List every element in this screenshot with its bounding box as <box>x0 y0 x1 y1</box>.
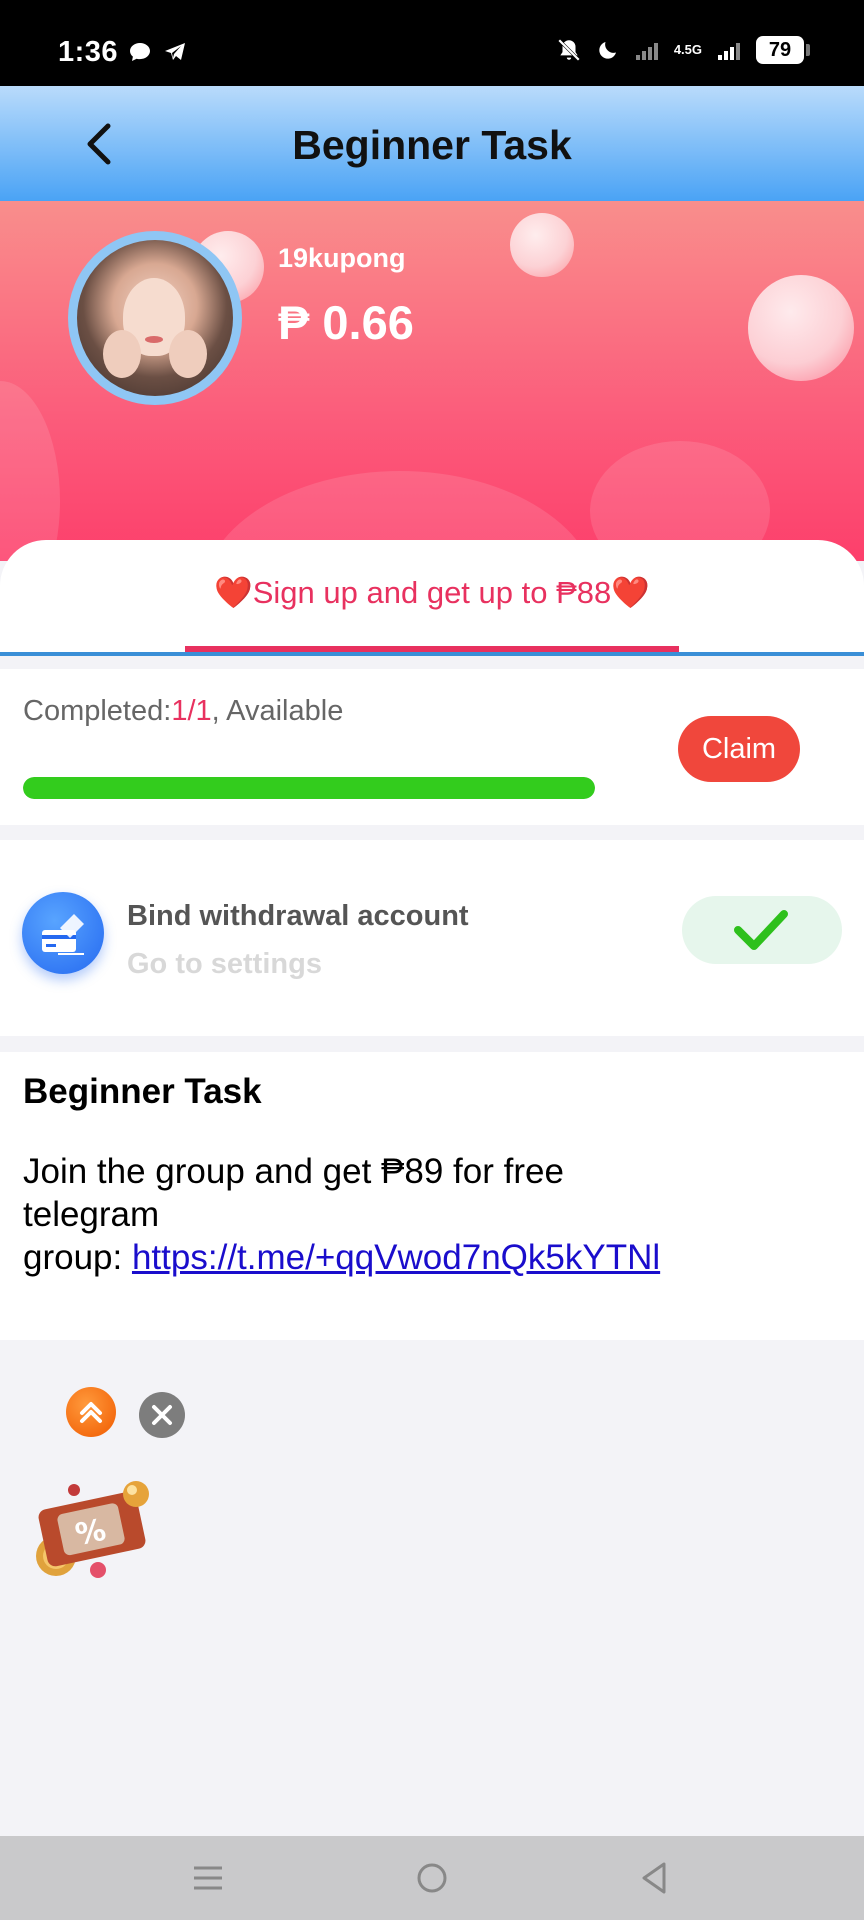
completed-prefix: Completed: <box>23 695 172 727</box>
info-line: group: https://t.me/+qqVwod7nQk5kYTNl <box>23 1236 803 1279</box>
progress-card: Completed:1/1, Available Claim <box>0 669 864 825</box>
task-complete-button[interactable] <box>682 896 842 964</box>
moon-icon <box>599 42 616 59</box>
close-icon <box>152 1405 172 1425</box>
system-nav-bar <box>0 1836 864 1920</box>
home-icon <box>417 1863 447 1893</box>
tab-panel: ❤️Sign up and get up to ₱88❤️ <box>0 540 864 656</box>
completed-count: 1/1 <box>171 695 212 727</box>
username: 19kupong <box>278 243 406 273</box>
decor-bubble <box>748 275 854 381</box>
task-item: Bind withdrawal account Go to settings <box>0 840 864 1036</box>
completed-suffix: , Available <box>211 695 344 727</box>
task-title: Bind withdrawal account <box>127 900 469 932</box>
signal-icon <box>635 43 658 60</box>
claim-button[interactable]: Claim <box>678 716 800 782</box>
coupon-icon[interactable]: % <box>28 1470 158 1586</box>
progress-bar <box>23 777 595 799</box>
tab-divider <box>0 652 864 656</box>
telegram-link[interactable]: https://t.me/+qqVwod7nQk5kYTNl <box>132 1238 660 1277</box>
avatar-image <box>77 240 233 396</box>
info-line: telegram <box>23 1195 160 1234</box>
info-line: Join the group and get ₱89 for free <box>23 1152 564 1191</box>
info-title: Beginner Task <box>23 1072 262 1111</box>
status-time: 1:36 <box>58 36 119 68</box>
status-left-icons <box>128 40 188 64</box>
status-bar: 1:36 4.5G 79 <box>0 0 864 86</box>
progress-bar-fill <box>23 777 595 799</box>
double-chevron-up-icon <box>80 1402 102 1423</box>
status-right-icons: 4.5G 79 <box>556 36 810 64</box>
network-type: 4.5G <box>673 42 702 57</box>
avatar[interactable] <box>68 231 242 405</box>
close-button[interactable] <box>139 1392 185 1438</box>
checkmark-icon <box>734 910 788 950</box>
triangle-back-icon <box>642 1862 666 1894</box>
nav-back-button[interactable] <box>632 1856 676 1900</box>
decor-bubble <box>510 213 574 277</box>
telegram-icon <box>165 43 185 60</box>
tab-signup-reward[interactable]: ❤️Sign up and get up to ₱88❤️ <box>0 574 864 611</box>
info-body: Join the group and get ₱89 for free tele… <box>23 1150 803 1279</box>
battery-indicator: 79 <box>756 36 810 64</box>
menu-icon <box>194 1866 222 1890</box>
nav-recents-button[interactable] <box>186 1856 230 1900</box>
page-title: Beginner Task <box>292 122 572 168</box>
go-to-settings-link[interactable]: Go to settings <box>127 948 322 981</box>
balance: ₱ 0.66 <box>278 296 414 349</box>
decor-blob <box>0 381 60 561</box>
mute-icon <box>557 39 580 61</box>
info-card: Beginner Task Join the group and get ₱89… <box>0 1052 864 1340</box>
chat-icon <box>130 43 150 61</box>
nav-home-button[interactable] <box>410 1856 454 1900</box>
completed-status: Completed:1/1, Available <box>23 695 343 728</box>
app-header: Beginner Task <box>0 86 864 201</box>
info-link-prefix: group: <box>23 1238 132 1277</box>
card-icon <box>22 892 104 974</box>
signal-icon <box>718 43 740 60</box>
profile-hero: 19kupong ₱ 0.66 <box>0 201 864 561</box>
expand-button[interactable] <box>66 1387 116 1437</box>
